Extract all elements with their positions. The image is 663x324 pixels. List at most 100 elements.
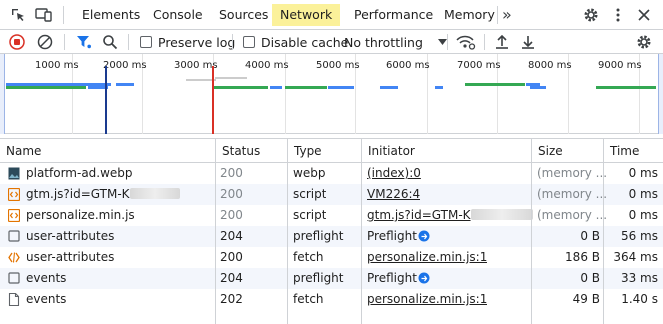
overview-right-handle[interactable] — [658, 54, 663, 134]
row-name: events — [26, 271, 67, 285]
close-icon[interactable] — [635, 6, 653, 24]
table-row[interactable]: platform-ad.webp 200 webp (index):0 (mem… — [0, 163, 663, 184]
tick-label: 4000 ms — [245, 60, 289, 71]
export-har-icon[interactable] — [521, 33, 535, 51]
column-header-type[interactable]: Type — [288, 139, 322, 163]
row-name: personalize.min.js — [26, 208, 135, 222]
overview-bar — [465, 83, 525, 86]
disable-cache-checkbox[interactable]: Disable cache — [243, 33, 348, 51]
tab-sources[interactable]: Sources — [219, 0, 268, 30]
column-header-status[interactable]: Status — [216, 139, 260, 163]
column-header-initiator[interactable]: Initiator — [362, 139, 415, 163]
table-row[interactable]: user-attributes 204 preflight Preflight … — [0, 226, 663, 247]
row-time: 56 ms — [620, 229, 658, 243]
row-type: fetch — [293, 250, 324, 264]
disable-cache-box[interactable] — [243, 36, 255, 48]
toolbar-separator — [128, 34, 129, 50]
preflight-link-icon[interactable] — [418, 272, 430, 284]
row-time: 364 ms — [613, 250, 658, 264]
row-status: 200 — [220, 250, 243, 264]
row-initiator-link[interactable]: (index):0 — [367, 163, 421, 184]
row-type: webp — [293, 166, 326, 180]
toolbar-separator — [64, 34, 65, 50]
table-row[interactable]: events 204 preflight Preflight 0 B 33 ms — [0, 268, 663, 289]
row-status: 202 — [220, 292, 243, 306]
more-options-icon[interactable] — [609, 6, 627, 24]
row-size: 186 B — [565, 250, 600, 264]
overview-bar — [116, 83, 134, 86]
import-har-icon[interactable] — [495, 33, 509, 51]
inspect-element-icon[interactable] — [9, 6, 27, 24]
row-name: gtm.js?id=GTM-K — [26, 184, 214, 205]
dropdown-arrow-icon — [437, 39, 447, 45]
toolbar-separator — [447, 34, 448, 50]
overview-bar — [213, 86, 268, 89]
row-type: preflight — [293, 271, 344, 285]
overview-bar — [380, 86, 398, 89]
row-name: user-attributes — [26, 250, 115, 264]
row-name: events — [26, 292, 67, 306]
image-icon — [8, 167, 20, 180]
network-settings-gear-icon[interactable] — [636, 33, 652, 51]
overview-bar — [328, 86, 354, 89]
row-initiator-text: Preflight — [367, 229, 417, 243]
row-initiator-text: Preflight — [367, 271, 417, 285]
record-stop-icon[interactable] — [9, 33, 25, 51]
preserve-log-box[interactable] — [140, 36, 152, 48]
row-initiator-link[interactable]: personalize.min.js:1 — [367, 247, 487, 268]
row-initiator[interactable]: gtm.js?id=GTM-K — [367, 205, 533, 226]
row-size: 0 B — [580, 229, 600, 243]
row-initiator-link[interactable]: gtm.js?id=GTM-K — [367, 208, 471, 222]
row-size: 49 B — [572, 292, 600, 306]
script-icon — [8, 209, 20, 222]
column-header-time[interactable]: Time — [604, 139, 639, 163]
overview-bar — [215, 77, 247, 79]
column-divider[interactable] — [531, 138, 532, 324]
preserve-log-label: Preserve log — [158, 34, 236, 50]
tick-label: 1000 ms — [35, 60, 79, 71]
tab-performance[interactable]: Performance — [354, 0, 433, 30]
more-tabs-chevron-icon[interactable]: » — [502, 0, 512, 30]
device-toolbar-icon[interactable] — [35, 6, 53, 24]
network-conditions-icon[interactable] — [456, 33, 476, 51]
toolbar-separator — [484, 34, 485, 50]
clear-icon[interactable] — [37, 33, 53, 51]
column-divider[interactable] — [215, 138, 216, 324]
column-divider[interactable] — [361, 138, 362, 324]
tab-console[interactable]: Console — [153, 0, 203, 30]
network-overview-timeline[interactable]: 1000 ms 2000 ms 3000 ms 4000 ms 5000 ms … — [0, 54, 663, 134]
fetch-icon — [8, 252, 20, 263]
tab-elements[interactable]: Elements — [82, 0, 140, 30]
tick-label: 2000 ms — [103, 60, 147, 71]
overview-bar — [270, 86, 282, 89]
table-row[interactable]: events 202 fetch personalize.min.js:1 49… — [0, 289, 663, 310]
redacted-text — [470, 209, 533, 220]
table-row[interactable]: gtm.js?id=GTM-K 200 script VM226:4 (memo… — [0, 184, 663, 205]
preflight-link-icon[interactable] — [418, 230, 430, 242]
tab-memory[interactable]: Memory — [444, 0, 495, 30]
row-name: platform-ad.webp — [26, 166, 133, 180]
row-status: 204 — [220, 271, 243, 285]
throttling-select[interactable]: No throttling — [344, 33, 447, 51]
row-status: 204 — [220, 229, 243, 243]
settings-gear-icon[interactable] — [582, 6, 600, 24]
preserve-log-checkbox[interactable]: Preserve log — [140, 33, 235, 51]
overview-left-handle[interactable] — [0, 54, 5, 134]
column-header-size[interactable]: Size — [532, 139, 563, 163]
row-size: (memory ... — [537, 208, 608, 222]
search-icon[interactable] — [102, 33, 118, 51]
tab-network[interactable]: Network — [272, 4, 341, 26]
table-row[interactable]: user-attributes 200 fetch personalize.mi… — [0, 247, 663, 268]
column-header-name[interactable]: Name — [0, 139, 41, 163]
column-divider[interactable] — [603, 138, 604, 324]
filter-icon[interactable] — [76, 33, 92, 51]
disable-cache-label: Disable cache — [261, 34, 349, 50]
row-initiator-link[interactable]: personalize.min.js:1 — [367, 289, 487, 310]
redacted-text — [129, 188, 180, 199]
row-initiator-link[interactable]: VM226:4 — [367, 184, 420, 205]
table-row[interactable]: personalize.min.js 200 script gtm.js?id=… — [0, 205, 663, 226]
document-icon — [8, 293, 20, 306]
column-divider[interactable] — [287, 138, 288, 324]
row-status: 200 — [220, 166, 243, 180]
overview-bar — [530, 86, 546, 89]
